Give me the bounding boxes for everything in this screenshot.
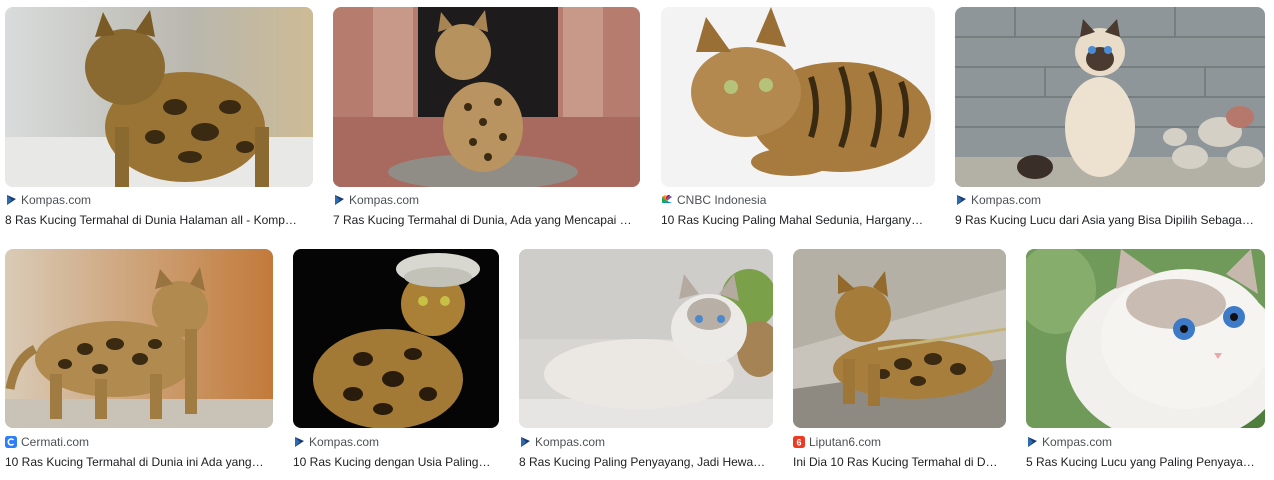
result-title[interactable]: 5 Ras Kucing Lucu yang Paling Penyaya… — [1026, 455, 1265, 469]
leashed-bengal-cat-photo[interactable] — [793, 249, 1006, 428]
image-result-card[interactable]: 6 Liputan6.com Ini Dia 10 Ras Kucing Ter… — [793, 249, 1006, 479]
result-title[interactable]: Ini Dia 10 Ras Kucing Termahal di D… — [793, 455, 1006, 469]
image-result-card[interactable]: CNBC Indonesia 10 Ras Kucing Paling Maha… — [661, 7, 935, 237]
svg-text:6: 6 — [796, 438, 801, 448]
image-result-card[interactable]: Kompas.com 10 Ras Kucing dengan Usia Pal… — [293, 249, 499, 479]
bengal-cat-lying-photo[interactable] — [661, 7, 935, 187]
kompas-icon — [957, 195, 966, 205]
image-result-card[interactable]: Kompas.com 8 Ras Kucing Termahal di Duni… — [5, 7, 313, 237]
result-title[interactable]: 9 Ras Kucing Lucu dari Asia yang Bisa Di… — [955, 213, 1265, 227]
bengal-cat-standing-photo[interactable] — [5, 7, 313, 187]
result-source: Kompas.com — [349, 193, 420, 207]
result-source: Liputan6.com — [809, 435, 882, 449]
result-source: Cermati.com — [21, 435, 90, 449]
result-source: Kompas.com — [971, 193, 1042, 207]
kompas-icon — [7, 195, 16, 205]
kompas-icon — [1028, 437, 1037, 447]
result-source: Kompas.com — [1042, 435, 1113, 449]
image-result-card[interactable]: Cermati.com 10 Ras Kucing Termahal di Du… — [5, 249, 273, 479]
cermati-icon — [5, 436, 17, 448]
result-source: CNBC Indonesia — [677, 193, 767, 207]
white-blue-eyed-cat-photo[interactable] — [1026, 249, 1265, 428]
result-source: Kompas.com — [21, 193, 92, 207]
kompas-icon — [295, 437, 304, 447]
ragdoll-cat-lying-photo[interactable] — [519, 249, 773, 428]
result-title[interactable]: 7 Ras Kucing Termahal di Dunia, Ada yang… — [333, 213, 640, 227]
result-title[interactable]: 10 Ras Kucing dengan Usia Paling… — [293, 455, 499, 469]
bengal-cat-hat-photo[interactable] — [293, 249, 499, 428]
result-source: Kompas.com — [309, 435, 380, 449]
kompas-icon — [521, 437, 530, 447]
siamese-cat-sitting-photo[interactable] — [955, 7, 1265, 187]
kompas-icon — [335, 195, 344, 205]
result-title[interactable]: 10 Ras Kucing Paling Mahal Sedunia, Harg… — [661, 213, 935, 227]
result-source: Kompas.com — [535, 435, 606, 449]
liputan6-icon: 6 — [793, 436, 805, 448]
cnbc-icon — [662, 194, 672, 203]
image-result-card[interactable]: Kompas.com 8 Ras Kucing Paling Penyayang… — [519, 249, 773, 479]
result-title[interactable]: 10 Ras Kucing Termahal di Dunia ini Ada … — [5, 455, 273, 469]
result-title[interactable]: 8 Ras Kucing Paling Penyayang, Jadi Hewa… — [519, 455, 773, 469]
spotted-kitten-sitting-photo[interactable] — [333, 7, 640, 187]
bengal-cat-walking-photo[interactable] — [5, 249, 273, 428]
image-result-card[interactable]: Kompas.com 9 Ras Kucing Lucu dari Asia y… — [955, 7, 1265, 237]
image-result-card[interactable]: Kompas.com 7 Ras Kucing Termahal di Duni… — [333, 7, 640, 237]
image-result-card[interactable]: Kompas.com 5 Ras Kucing Lucu yang Paling… — [1026, 249, 1265, 479]
result-title[interactable]: 8 Ras Kucing Termahal di Dunia Halaman a… — [5, 213, 313, 227]
